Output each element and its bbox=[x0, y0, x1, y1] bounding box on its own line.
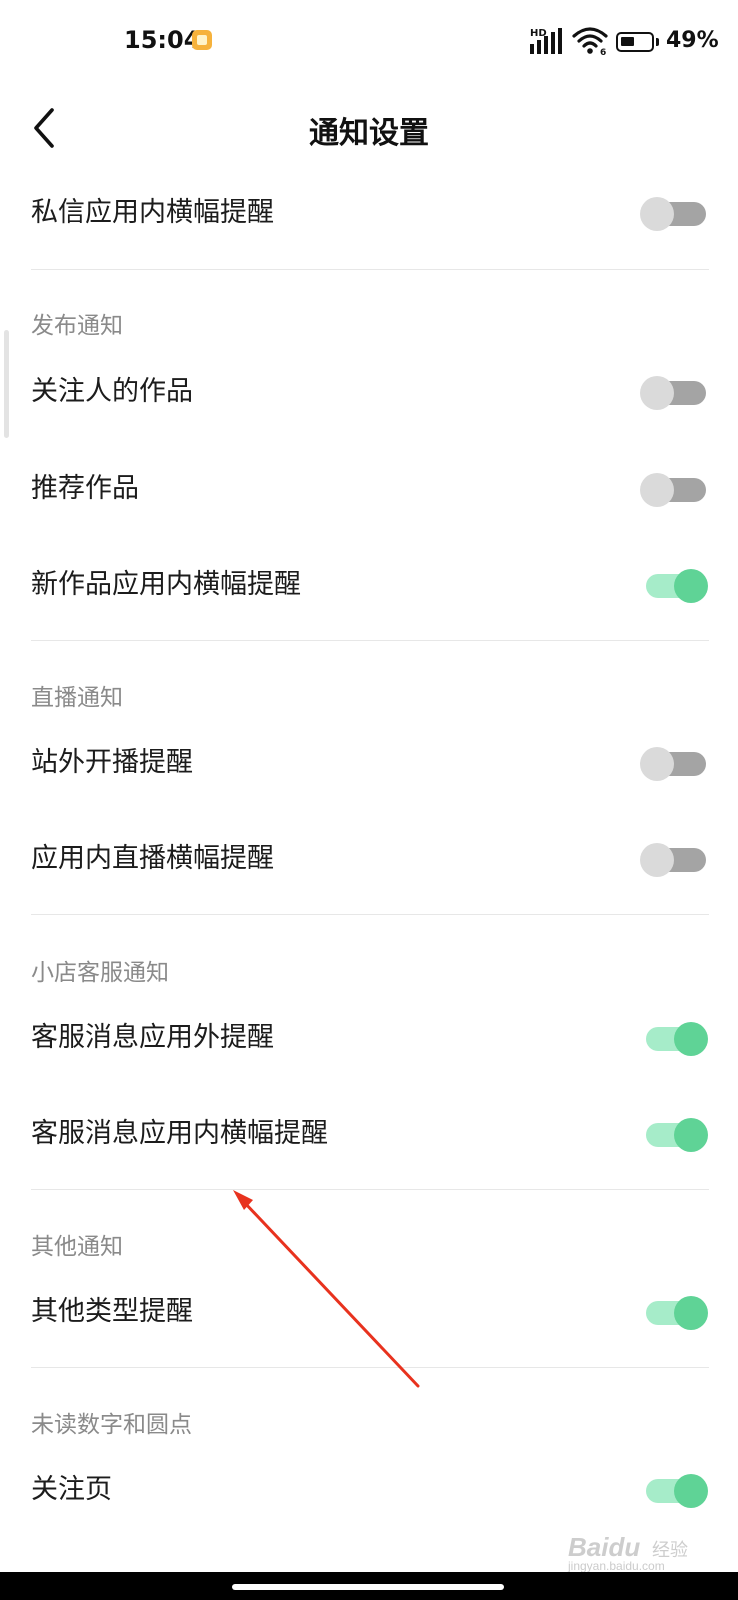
setting-label: 客服消息应用内横幅提醒 bbox=[31, 1118, 328, 1149]
page-title: 通知设置 bbox=[309, 116, 429, 151]
toggle-knob bbox=[674, 1296, 708, 1330]
watermark: Baidu 经验 jingyan.baidu.com bbox=[568, 1532, 724, 1573]
setting-row-followed-works[interactable]: 关注人的作品 bbox=[0, 343, 738, 441]
setting-row-recommended-works[interactable]: 推荐作品 bbox=[0, 440, 738, 538]
setting-label: 关注人的作品 bbox=[31, 376, 193, 407]
setting-label: 其他类型提醒 bbox=[31, 1296, 193, 1327]
toggle-switch[interactable] bbox=[640, 1022, 708, 1056]
setting-label: 推荐作品 bbox=[31, 473, 139, 504]
setting-row-other-types[interactable]: 其他类型提醒 bbox=[0, 1263, 738, 1361]
toggle-switch[interactable] bbox=[640, 376, 708, 410]
toggle-switch[interactable] bbox=[640, 569, 708, 603]
toggle-knob bbox=[674, 1474, 708, 1508]
wifi-icon: 6 bbox=[572, 27, 608, 56]
notification-app-icon bbox=[192, 30, 212, 50]
setting-label: 客服消息应用外提醒 bbox=[31, 1022, 274, 1053]
toggle-knob bbox=[674, 1022, 708, 1056]
section-title-unread: 未读数字和圆点 bbox=[31, 1412, 192, 1438]
setting-row-in-app-live-banner[interactable]: 应用内直播横幅提醒 bbox=[0, 810, 738, 908]
status-bar: 15:04 HD 6 49% bbox=[0, 0, 738, 84]
toggle-knob bbox=[640, 747, 674, 781]
setting-row-service-msg-banner[interactable]: 客服消息应用内横幅提醒 bbox=[0, 1085, 738, 1183]
setting-row-external-live-start[interactable]: 站外开播提醒 bbox=[0, 714, 738, 812]
divider bbox=[31, 1189, 709, 1190]
divider bbox=[31, 1367, 709, 1368]
toggle-knob bbox=[640, 473, 674, 507]
setting-label: 私信应用内横幅提醒 bbox=[31, 197, 274, 228]
setting-label: 站外开播提醒 bbox=[31, 747, 193, 778]
section-title-live: 直播通知 bbox=[31, 685, 123, 711]
divider bbox=[31, 640, 709, 641]
toggle-knob bbox=[674, 1118, 708, 1152]
setting-label: 新作品应用内横幅提醒 bbox=[31, 569, 301, 600]
home-indicator[interactable] bbox=[232, 1584, 504, 1590]
toggle-switch[interactable] bbox=[640, 843, 708, 877]
setting-row-service-msg-outside[interactable]: 客服消息应用外提醒 bbox=[0, 989, 738, 1087]
toggle-knob bbox=[640, 197, 674, 231]
wifi-badge: 6 bbox=[600, 48, 606, 56]
status-time: 15:04 bbox=[124, 26, 201, 54]
divider bbox=[31, 914, 709, 915]
battery-level-fill bbox=[621, 37, 634, 46]
toggle-knob bbox=[674, 569, 708, 603]
battery-cap bbox=[656, 38, 659, 46]
toggle-switch[interactable] bbox=[640, 1296, 708, 1330]
setting-row-dm-banner[interactable]: 私信应用内横幅提醒 bbox=[0, 164, 738, 262]
watermark-url: jingyan.baidu.com bbox=[568, 1559, 665, 1573]
toggle-switch[interactable] bbox=[640, 747, 708, 781]
setting-row-new-works-banner[interactable]: 新作品应用内横幅提醒 bbox=[0, 536, 738, 634]
toggle-switch[interactable] bbox=[640, 473, 708, 507]
setting-row-follow-page[interactable]: 关注页 bbox=[0, 1441, 738, 1539]
section-title-shop: 小店客服通知 bbox=[31, 960, 169, 986]
signal-strength-icon bbox=[530, 28, 562, 54]
toggle-switch[interactable] bbox=[640, 1474, 708, 1508]
setting-label: 关注页 bbox=[31, 1474, 112, 1505]
toggle-knob bbox=[640, 376, 674, 410]
battery-icon bbox=[616, 32, 654, 52]
battery-percentage: 49% bbox=[666, 28, 719, 53]
divider bbox=[31, 269, 709, 270]
setting-label: 应用内直播横幅提醒 bbox=[31, 843, 274, 874]
toggle-switch[interactable] bbox=[640, 197, 708, 231]
section-title-publish: 发布通知 bbox=[31, 313, 123, 339]
toggle-switch[interactable] bbox=[640, 1118, 708, 1152]
toggle-knob bbox=[640, 843, 674, 877]
section-title-other: 其他通知 bbox=[31, 1234, 123, 1260]
